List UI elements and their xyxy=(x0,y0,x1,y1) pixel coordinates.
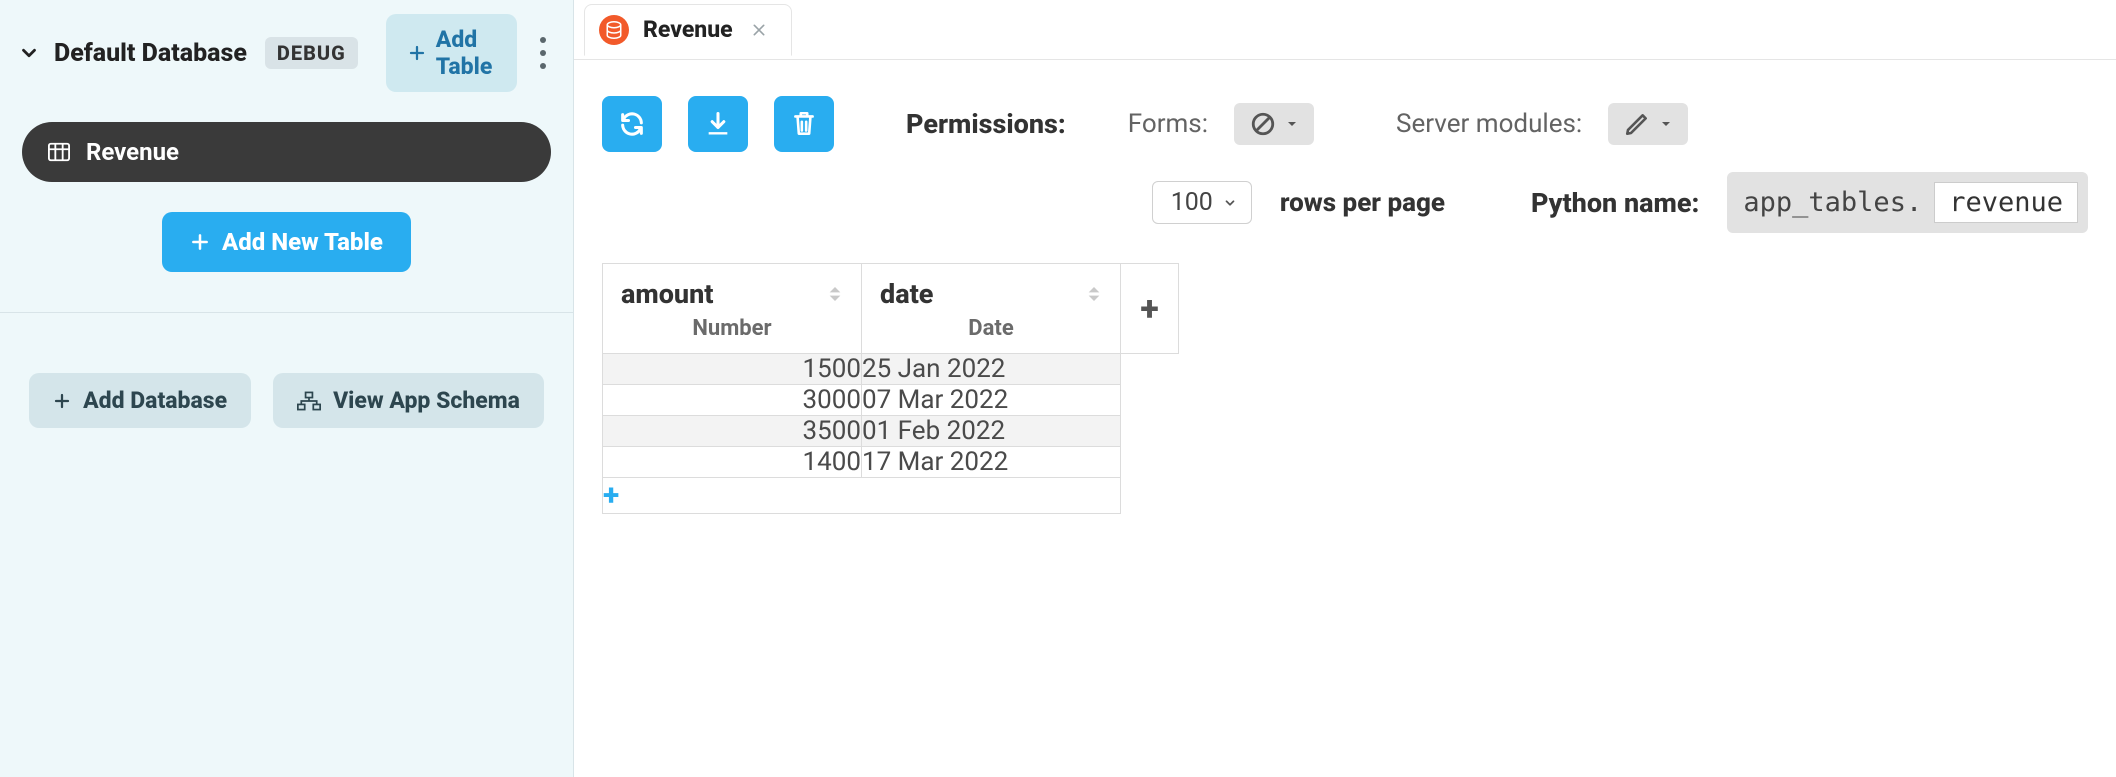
cell-date[interactable]: 17 Mar 2022 xyxy=(862,447,1121,478)
add-row[interactable]: + xyxy=(603,478,1179,514)
add-column-button[interactable]: + xyxy=(1121,264,1179,354)
python-name-input[interactable]: revenue xyxy=(1934,182,2078,223)
tab-label: Revenue xyxy=(643,16,733,43)
schema-icon xyxy=(297,391,321,411)
add-database-label: Add Database xyxy=(83,387,227,414)
sort-icon[interactable] xyxy=(827,284,843,304)
plus-icon: + xyxy=(1140,289,1158,329)
cell-amount[interactable]: 3000 xyxy=(603,385,862,416)
column-type: Number xyxy=(621,316,843,341)
sort-icon[interactable] xyxy=(1086,284,1102,304)
close-icon[interactable] xyxy=(747,18,771,42)
view-schema-button[interactable]: View App Schema xyxy=(273,373,544,428)
add-table-label: Add Table xyxy=(436,26,495,80)
plus-icon xyxy=(190,232,210,252)
edit-icon xyxy=(1624,111,1650,137)
chevron-down-icon xyxy=(1223,196,1237,210)
view-schema-label: View App Schema xyxy=(333,387,520,414)
database-title: Default Database xyxy=(54,39,247,68)
cell-date[interactable]: 07 Mar 2022 xyxy=(862,385,1121,416)
delete-button[interactable] xyxy=(774,96,834,152)
table-row[interactable]: 1400 17 Mar 2022 xyxy=(603,447,1179,478)
download-button[interactable] xyxy=(688,96,748,152)
more-menu-icon[interactable] xyxy=(531,31,555,75)
python-name-label: Python name: xyxy=(1531,187,1699,219)
toolbar: Permissions: Forms: Server modules: xyxy=(574,60,2116,152)
table-row[interactable]: 1500 25 Jan 2022 xyxy=(603,354,1179,385)
collapse-chevron-icon[interactable] xyxy=(18,42,40,64)
meta-row: 100 rows per page Python name: app_table… xyxy=(574,152,2116,263)
server-modules-permission-dropdown[interactable] xyxy=(1608,103,1688,145)
main: Revenue Permissions: Forms: xyxy=(574,0,2116,777)
no-access-icon xyxy=(1250,111,1276,137)
rows-per-page-label: rows per page xyxy=(1280,188,1445,218)
permissions-label: Permissions: xyxy=(906,108,1066,140)
debug-badge: DEBUG xyxy=(265,37,358,69)
add-new-table-label: Add New Table xyxy=(222,228,383,256)
add-new-table-button[interactable]: Add New Table xyxy=(162,212,411,272)
tab-bar: Revenue xyxy=(574,0,2116,60)
sidebar-item-revenue[interactable]: Revenue xyxy=(22,122,551,182)
rows-per-page-value: 100 xyxy=(1171,188,1213,217)
column-header-date[interactable]: date Date xyxy=(862,264,1121,354)
column-type: Date xyxy=(880,316,1102,341)
refresh-icon xyxy=(618,110,646,138)
python-name-box: app_tables. revenue xyxy=(1727,172,2088,233)
sidebar-header: Default Database DEBUG Add Table xyxy=(0,0,573,112)
caret-down-icon xyxy=(1286,118,1298,130)
caret-down-icon xyxy=(1660,118,1672,130)
refresh-button[interactable] xyxy=(602,96,662,152)
table-row[interactable]: 3500 01 Feb 2022 xyxy=(603,416,1179,447)
plus-icon: + xyxy=(603,478,619,513)
forms-permission-dropdown[interactable] xyxy=(1234,103,1314,145)
cell-amount[interactable]: 3500 xyxy=(603,416,862,447)
tab-revenue[interactable]: Revenue xyxy=(584,4,792,56)
download-icon xyxy=(704,110,732,138)
column-header-amount[interactable]: amount Number xyxy=(603,264,862,354)
column-name: date xyxy=(880,278,933,310)
sidebar-item-label: Revenue xyxy=(86,138,179,166)
cell-amount[interactable]: 1400 xyxy=(603,447,862,478)
sidebar: Default Database DEBUG Add Table Revenue… xyxy=(0,0,574,777)
server-modules-label: Server modules: xyxy=(1396,109,1582,139)
forms-label: Forms: xyxy=(1128,109,1208,139)
plus-icon xyxy=(408,44,426,62)
cell-date[interactable]: 01 Feb 2022 xyxy=(862,416,1121,447)
table-row[interactable]: 3000 07 Mar 2022 xyxy=(603,385,1179,416)
python-name-prefix: app_tables. xyxy=(1743,187,1922,218)
add-database-button[interactable]: Add Database xyxy=(29,373,251,428)
rows-per-page-select[interactable]: 100 xyxy=(1152,181,1252,224)
cell-amount[interactable]: 1500 xyxy=(603,354,862,385)
cell-date[interactable]: 25 Jan 2022 xyxy=(862,354,1121,385)
data-table: amount Number date xyxy=(602,263,1179,514)
column-name: amount xyxy=(621,278,714,310)
trash-icon xyxy=(791,110,817,138)
plus-icon xyxy=(53,392,71,410)
add-table-button[interactable]: Add Table xyxy=(386,14,517,92)
database-icon xyxy=(599,15,629,45)
table-icon xyxy=(48,142,70,162)
